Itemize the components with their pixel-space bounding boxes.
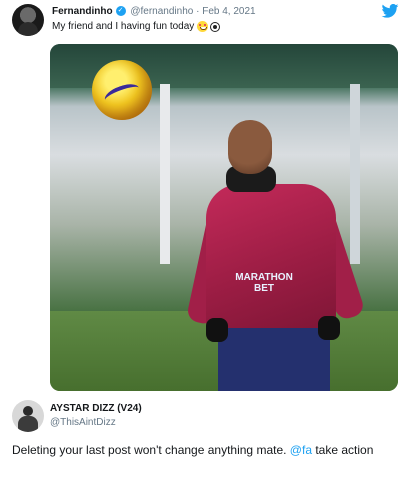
soccer-ball-emoji-icon — [210, 21, 221, 32]
reply-tweet: AYSTAR DIZZ (V24) @ThisAintDizz Deleting… — [12, 398, 401, 478]
author-avatar[interactable] — [12, 4, 44, 36]
player-shorts — [218, 328, 330, 391]
tweet-text: My friend and I having fun today — [52, 21, 221, 33]
goal-post — [160, 84, 170, 264]
tweet-date[interactable]: Feb 4, 2021 — [202, 6, 255, 17]
reply-author-name[interactable]: AYSTAR DIZZ (V24) — [50, 403, 142, 414]
reply-body-end: take action — [312, 443, 374, 457]
tweet-photo[interactable]: MARATHON BET — [50, 44, 398, 391]
reply-avatar[interactable] — [12, 400, 44, 432]
verified-icon: ✓ — [115, 6, 126, 17]
player-glove-right — [318, 316, 340, 340]
author-name[interactable]: Fernandinho — [52, 6, 113, 17]
tweet-body: My friend and I having fun today — [52, 21, 195, 33]
twitter-bird-icon[interactable] — [381, 4, 399, 18]
jersey-sponsor: MARATHON BET — [235, 272, 293, 294]
football — [92, 60, 152, 120]
player-head — [228, 120, 272, 174]
reply-body: Deleting your last post won't change any… — [12, 443, 290, 457]
tweet-header: Fernandinho ✓ @fernandinho · Feb 4, 2021 … — [12, 4, 401, 36]
mention-link[interactable]: @fa — [290, 443, 312, 457]
author-handle[interactable]: @fernandinho — [130, 6, 193, 17]
reply-author-handle[interactable]: @ThisAintDizz — [50, 417, 116, 428]
author-line: Fernandinho ✓ @fernandinho · Feb 4, 2021 — [52, 6, 256, 17]
player-glove-left — [206, 318, 228, 342]
separator: · — [196, 6, 200, 17]
reply-text: Deleting your last post won't change any… — [12, 442, 401, 459]
player-jersey — [206, 184, 336, 334]
heart-eyes-emoji-icon — [197, 21, 209, 32]
player: MARATHON BET — [185, 112, 366, 391]
